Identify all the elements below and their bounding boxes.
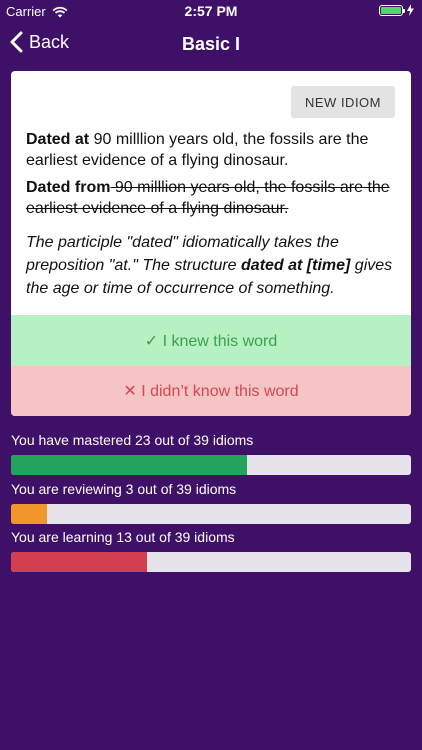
- explanation-structure: dated at [time]: [241, 257, 351, 274]
- didnt-know-word-button[interactable]: ✕ I didn’t know this word: [11, 366, 411, 416]
- explanation-text: The participle "dated" idiomatically tak…: [26, 231, 401, 300]
- mastered-label: You have mastered 23 out of 39 idioms: [11, 432, 254, 448]
- nav-bar: Back Basic I: [0, 22, 422, 66]
- mastered-progress-fill: [11, 455, 247, 475]
- charging-bolt-icon: [407, 4, 414, 16]
- status-time: 2:57 PM: [184, 3, 238, 19]
- learning-progress-bar: [11, 552, 411, 572]
- correct-sentence: Dated at 90 milllion years old, the foss…: [26, 129, 396, 171]
- status-right: [379, 4, 414, 16]
- status-bar: Carrier 2:57 PM: [0, 0, 422, 22]
- correct-idiom: Dated at: [26, 131, 90, 148]
- mastered-progress-bar: [11, 455, 411, 475]
- incorrect-idiom: Dated from: [26, 179, 111, 196]
- battery-icon: [379, 4, 405, 16]
- knew-word-button[interactable]: ✓ I knew this word: [11, 315, 411, 366]
- learning-progress-fill: [11, 552, 147, 572]
- page-title: Basic I: [181, 34, 241, 54]
- reviewing-progress-bar: [11, 504, 411, 524]
- incorrect-sentence: Dated from 90 milllion years old, the fo…: [26, 177, 396, 219]
- new-idiom-button[interactable]: NEW IDIOM: [291, 86, 395, 118]
- reviewing-progress-fill: [11, 504, 47, 524]
- reviewing-label: You are reviewing 3 out of 39 idioms: [11, 481, 237, 497]
- idiom-card: NEW IDIOM Dated at 90 milllion years old…: [11, 71, 411, 416]
- battery-level: [381, 6, 401, 14]
- learning-label: You are learning 13 out of 39 idioms: [11, 529, 235, 545]
